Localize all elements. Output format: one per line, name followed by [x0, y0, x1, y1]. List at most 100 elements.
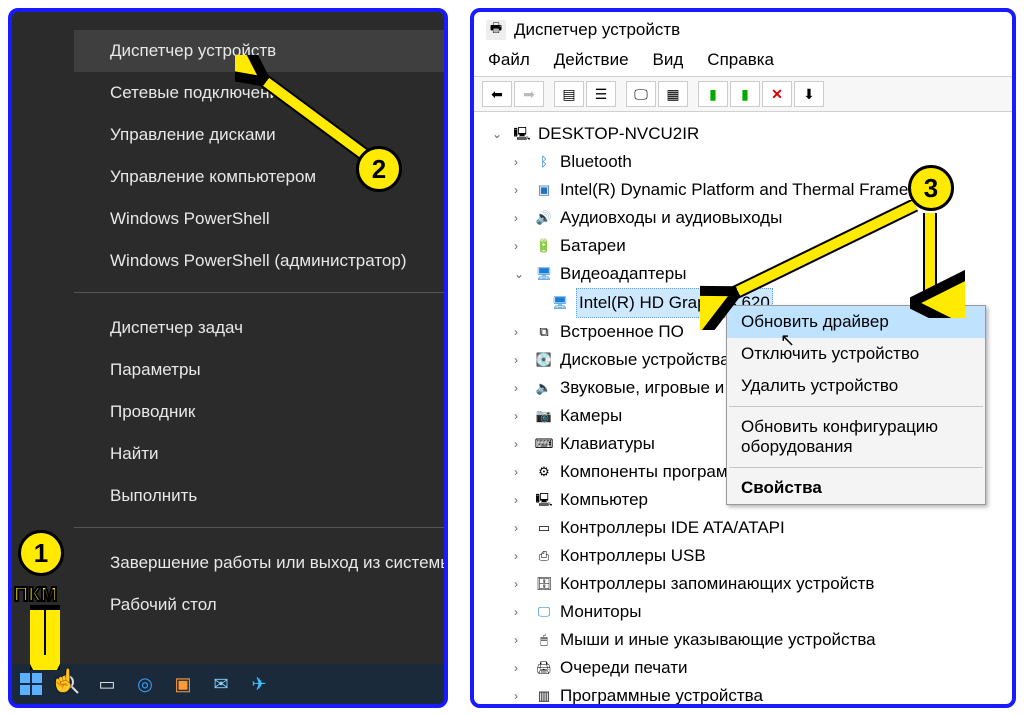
ctx-update-driver[interactable]: Обновить драйвер — [727, 306, 985, 338]
winx-list-bot: Завершение работы или выход из системы Р… — [74, 538, 444, 626]
annotation-badge-3: 3 — [908, 165, 954, 211]
winx-item-network[interactable]: Сетевые подключения — [74, 72, 444, 114]
tree-node-battery[interactable]: › 🔋 Батареи — [492, 232, 1010, 260]
ctx-properties[interactable]: Свойства — [727, 472, 985, 504]
winx-list-mid: Диспетчер задач Параметры Проводник Найт… — [74, 303, 444, 517]
chevron-right-icon: › — [514, 430, 528, 458]
computer-icon: 🖳 — [534, 490, 554, 510]
taskbar-app-icon[interactable]: ✉ — [206, 669, 236, 699]
toolbar-button[interactable]: ▮ — [698, 81, 728, 107]
ide-icon: ▭ — [534, 518, 554, 538]
chevron-right-icon: › — [514, 570, 528, 598]
ctx-disable-device[interactable]: Отключить устройство — [727, 338, 985, 370]
taskbar-app-icon[interactable]: ▣ — [168, 669, 198, 699]
winx-item-run[interactable]: Выполнить — [74, 475, 444, 517]
search-icon[interactable] — [54, 669, 84, 699]
ctx-rescan[interactable]: Обновить конфигурацию оборудования — [727, 411, 985, 463]
battery-icon: 🔋 — [534, 236, 554, 256]
ctx-remove-device[interactable]: Удалить устройство — [727, 370, 985, 402]
winx-item-device-manager[interactable]: Диспетчер устройств — [74, 30, 444, 72]
winx-item-shutdown[interactable]: Завершение работы или выход из системы — [74, 542, 444, 584]
tree-node[interactable]: ›▥Программные устройства — [492, 682, 1010, 708]
taskview-icon[interactable]: ▭ — [92, 669, 122, 699]
chip-icon: ▣ — [534, 180, 554, 200]
chevron-right-icon: › — [514, 542, 528, 570]
tree-node[interactable]: ›🖨Очереди печати — [492, 654, 1010, 682]
tree-node[interactable]: ›🖱Мыши и иные указывающие устройства — [492, 626, 1010, 654]
chevron-right-icon: › — [514, 486, 528, 514]
keyboard-icon: ⌨ — [534, 434, 554, 454]
chevron-right-icon: › — [514, 232, 528, 260]
chevron-right-icon: › — [514, 682, 528, 708]
winx-item-powershell-admin[interactable]: Windows PowerShell (администратор) — [74, 240, 444, 282]
toolbar-delete-button[interactable]: ✕ — [762, 81, 792, 107]
menu-help[interactable]: Справка — [707, 50, 774, 70]
tree-node[interactable]: ›▭Контроллеры IDE ATA/ATAPI — [492, 514, 1010, 542]
winx-item-explorer[interactable]: Проводник — [74, 391, 444, 433]
winx-item-settings[interactable]: Параметры — [74, 349, 444, 391]
tree-node[interactable]: ›🖵Мониторы — [492, 598, 1010, 626]
winx-item-desktop[interactable]: Рабочий стол — [74, 584, 444, 626]
annotation-pkm-label: ПКМ — [14, 584, 57, 607]
tree-node-display-adapters[interactable]: ⌄ 🖥 Видеоадаптеры — [492, 260, 1010, 288]
menu-view[interactable]: Вид — [653, 50, 684, 70]
annotation-badge-2: 2 — [356, 146, 402, 192]
window-title: Диспетчер устройств — [514, 20, 680, 40]
toolbar-button[interactable]: ☰ — [586, 81, 616, 107]
display-icon: 🖥 — [550, 293, 570, 313]
taskbar-app-icon[interactable]: ✈ — [244, 669, 274, 699]
chevron-right-icon: › — [514, 318, 528, 346]
chevron-right-icon: › — [514, 204, 528, 232]
tree-node[interactable]: ›🗄Контроллеры запоминающих устройств — [492, 570, 1010, 598]
menu-action[interactable]: Действие — [554, 50, 629, 70]
taskbar-app-icon[interactable]: ◎ — [130, 669, 160, 699]
toolbar-button[interactable]: 🖵 — [626, 81, 656, 107]
printer-icon: 🖨 — [534, 658, 554, 678]
camera-icon: 📷 — [534, 406, 554, 426]
start-button[interactable] — [16, 669, 46, 699]
chevron-right-icon: › — [514, 346, 528, 374]
winx-item-search[interactable]: Найти — [74, 433, 444, 475]
toolbar-button[interactable]: ▮ — [730, 81, 760, 107]
chevron-down-icon: ⌄ — [514, 260, 528, 288]
annotation-badge-1: 1 — [18, 530, 64, 576]
winx-menu-panel: Диспетчер устройств Сетевые подключения … — [8, 8, 448, 708]
disk-icon: 💽 — [534, 350, 554, 370]
chevron-right-icon: › — [514, 402, 528, 430]
forward-button[interactable]: ➡ — [514, 81, 544, 107]
display-icon: 🖥 — [534, 264, 554, 284]
menu-bar: Файл Действие Вид Справка — [474, 46, 1012, 76]
firmware-icon: ⧉ — [534, 322, 554, 342]
computer-icon: 🖳 — [512, 124, 532, 144]
winx-item-powershell[interactable]: Windows PowerShell — [74, 198, 444, 240]
toolbar-button[interactable]: ▤ — [554, 81, 584, 107]
winx-separator — [74, 292, 444, 293]
winx-list-top: Диспетчер устройств Сетевые подключения … — [74, 12, 444, 282]
chevron-right-icon: › — [514, 176, 528, 204]
chevron-right-icon: › — [514, 514, 528, 542]
monitor-icon: 🖵 — [534, 602, 554, 622]
tree-root[interactable]: ⌄ 🖳 DESKTOP-NVCU2IR — [492, 120, 1010, 148]
ctx-separator — [729, 406, 983, 407]
chevron-right-icon: › — [514, 626, 528, 654]
winx-separator — [74, 527, 444, 528]
window-title-bar: 🖶 Диспетчер устройств — [474, 12, 1012, 46]
toolbar: ⬅ ➡ ▤ ☰ 🖵 ▦ ▮ ▮ ✕ ⬇ — [474, 76, 1012, 112]
ctx-separator — [729, 467, 983, 468]
back-button[interactable]: ⬅ — [482, 81, 512, 107]
toolbar-button[interactable]: ⬇ — [794, 81, 824, 107]
winx-item-taskmgr[interactable]: Диспетчер задач — [74, 307, 444, 349]
tree-node[interactable]: ›⎙Контроллеры USB — [492, 542, 1010, 570]
component-icon: ⚙ — [534, 462, 554, 482]
mouse-icon: 🖱 — [534, 630, 554, 650]
chevron-down-icon: ⌄ — [492, 120, 506, 148]
device-manager-icon: 🖶 — [486, 20, 506, 40]
software-device-icon: ▥ — [534, 686, 554, 706]
menu-file[interactable]: Файл — [488, 50, 530, 70]
context-menu: Обновить драйвер Отключить устройство Уд… — [726, 305, 986, 505]
chevron-right-icon: › — [514, 458, 528, 486]
sound-icon: 🔈 — [534, 378, 554, 398]
chevron-right-icon: › — [514, 598, 528, 626]
speaker-icon: 🔊 — [534, 208, 554, 228]
toolbar-button[interactable]: ▦ — [658, 81, 688, 107]
